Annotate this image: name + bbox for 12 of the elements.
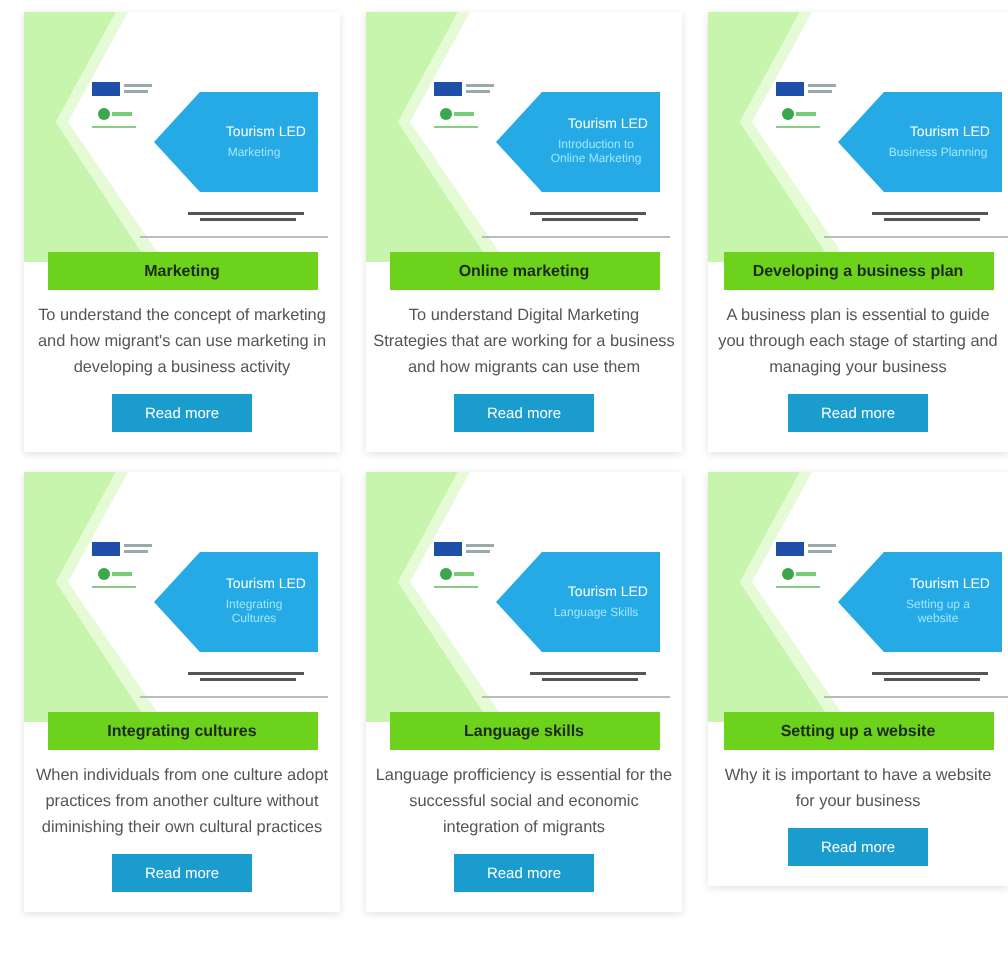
card-title: Integrating cultures	[47, 712, 317, 750]
card-title: Setting up a website	[723, 712, 993, 750]
card-title: Marketing	[47, 252, 317, 290]
card-description: Why it is important to have a website for your business	[722, 764, 994, 814]
card-title: Language skills	[389, 712, 659, 750]
card-title: Developing a business plan	[723, 252, 993, 290]
card-description: Language profficiency is essential for the successful social and economic integration of migrants	[373, 764, 675, 840]
card-description: To understand Digital Marketing Strategies that are working for a business and how migrants can use them	[371, 304, 677, 380]
card-description: When individuals from one culture adopt practices from another culture without diminishing their own cultural practices	[33, 764, 331, 840]
card-description: A business plan is essential to guide you through each stage of starting and managing your business	[716, 304, 1000, 380]
card-title: Online marketing	[389, 252, 659, 290]
card-description: To understand the concept of marketing and how migrant's can use marketing in developing a business activity	[35, 304, 328, 380]
